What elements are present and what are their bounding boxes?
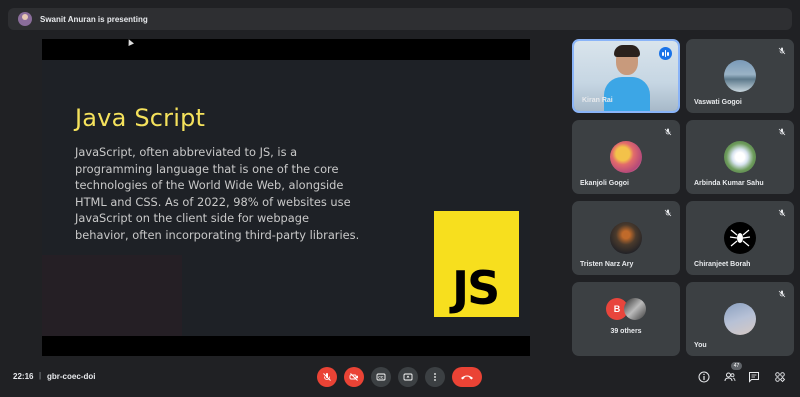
slide-decoration	[42, 255, 182, 336]
slide-title: Java Script	[75, 104, 206, 132]
mic-off-icon	[664, 128, 672, 136]
svg-text:CC: CC	[378, 376, 384, 380]
participant-avatar	[610, 222, 642, 254]
info-icon	[698, 371, 710, 383]
participant-tile-tristen-narz-ary[interactable]: Tristen Narz Ary	[572, 201, 680, 275]
participant-name: Ekanjoli Gogoi	[580, 180, 630, 187]
mic-off-icon	[778, 290, 786, 298]
spider-avatar-icon	[724, 222, 756, 254]
captions-icon: CC	[376, 373, 386, 381]
mic-off-icon	[664, 209, 672, 217]
mic-off-icon	[778, 209, 786, 217]
participant-name: Kiran Rai	[582, 97, 613, 104]
presenter-label: Swanit Anuran is presenting	[40, 14, 148, 24]
participant-tile-chiranjeet-borah[interactable]: Chiranjeet Borah	[686, 201, 794, 275]
chat-button[interactable]	[747, 370, 761, 384]
meeting-code: gbr-coec-doi	[47, 372, 96, 381]
participant-avatar	[724, 60, 756, 92]
camera-off-icon	[349, 373, 358, 381]
participant-avatar	[610, 141, 642, 173]
activities-icon	[775, 372, 786, 383]
speaking-indicator-icon	[659, 47, 672, 60]
separator: |	[39, 371, 42, 380]
participant-avatar	[724, 141, 756, 173]
camera-toggle-button[interactable]	[344, 367, 364, 387]
present-icon	[403, 373, 413, 381]
participant-tile-ekanjoli-gogoi[interactable]: Ekanjoli Gogoi	[572, 120, 680, 194]
more-options-button[interactable]	[425, 367, 445, 387]
shared-screen: Java Script JavaScript, often abbreviate…	[42, 39, 530, 356]
presentation-slide: Java Script JavaScript, often abbreviate…	[42, 60, 530, 336]
participant-name: Arbinda Kumar Sahu	[694, 180, 764, 187]
meeting-details-button[interactable]	[697, 370, 711, 384]
activities-button[interactable]	[773, 370, 787, 384]
end-call-icon	[461, 375, 473, 380]
participant-name: Chiranjeet Borah	[694, 261, 751, 268]
participant-avatar	[724, 303, 756, 335]
more-icon	[434, 373, 436, 381]
participant-tile-arbinda-kumar-sahu[interactable]: Arbinda Kumar Sahu	[686, 120, 794, 194]
slide-body: JavaScript, often abbreviated to JS, is …	[75, 145, 360, 242]
participant-name: Vaswati Gogoi	[694, 99, 742, 106]
end-call-button[interactable]	[452, 367, 482, 387]
people-icon	[724, 372, 736, 382]
presenter-avatar	[18, 12, 32, 26]
mic-off-icon	[778, 47, 786, 55]
participant-name: You	[694, 342, 707, 349]
mic-toggle-button[interactable]	[317, 367, 337, 387]
people-count-badge: 47	[731, 362, 742, 370]
show-everyone-button[interactable]	[723, 370, 737, 384]
meeting-time: 22:16	[13, 372, 34, 381]
mic-off-icon	[778, 128, 786, 136]
participant-avatar	[624, 298, 646, 320]
presenter-banner: Swanit Anuran is presenting	[8, 8, 792, 30]
js-logo: JS	[434, 211, 519, 317]
captions-button[interactable]: CC	[371, 367, 391, 387]
bottom-toolbar: 22:16 | gbr-coec-doi CC 47	[0, 362, 800, 392]
js-logo-text: JS	[452, 261, 500, 315]
meet-window: Swanit Anuran is presenting Java Script …	[0, 0, 800, 397]
participant-tile-kiran-rai[interactable]: Kiran Rai	[572, 39, 680, 113]
chat-icon	[749, 372, 759, 383]
present-now-button[interactable]	[398, 367, 418, 387]
mic-off-icon	[323, 373, 331, 381]
others-count: 39 others	[610, 328, 642, 335]
participant-tile-vaswati-gogoi[interactable]: Vaswati Gogoi	[686, 39, 794, 113]
participant-name: Tristen Narz Ary	[580, 261, 634, 268]
participant-tile-you[interactable]: You	[686, 282, 794, 356]
participant-tile-others[interactable]: B 39 others	[572, 282, 680, 356]
